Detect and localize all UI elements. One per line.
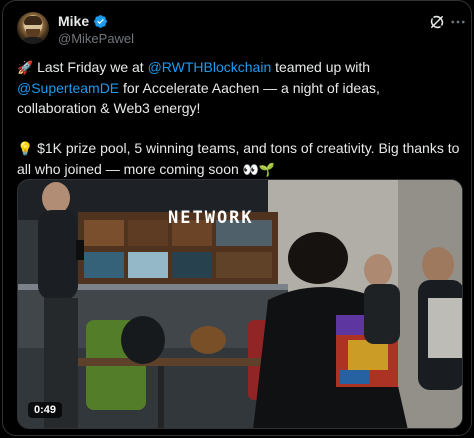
tweet-text-segment: Last Friday we at — [33, 59, 148, 75]
eyes-emoji: 👀 — [242, 162, 259, 177]
author-display-name[interactable]: Mike — [58, 13, 89, 29]
tweet-text: 🚀 Last Friday we at @RWTHBlockchain team… — [17, 57, 463, 180]
tweet-text-segment: teamed up with — [271, 59, 371, 75]
tweet-paragraph-2: 💡 $1K prize pool, 5 winning teams, and t… — [17, 138, 463, 180]
lightbulb-emoji: 💡 — [17, 141, 34, 156]
author-name-row: Mike — [58, 13, 108, 29]
tweet-paragraph-1: 🚀 Last Friday we at @RWTHBlockchain team… — [17, 57, 463, 118]
video-player[interactable]: NETWORK 0:49 — [17, 179, 463, 429]
grok-icon[interactable] — [428, 13, 446, 31]
avatar[interactable] — [17, 12, 49, 44]
rocket-emoji: 🚀 — [17, 60, 34, 75]
tweet-text-segment: $1K prize pool, 5 winning teams, and ton… — [17, 140, 460, 177]
seedling-emoji: 🌱 — [258, 162, 276, 177]
mention-superteamde[interactable]: @SuperteamDE — [17, 80, 119, 96]
video-duration: 0:49 — [28, 402, 63, 418]
verified-badge-icon — [93, 14, 108, 29]
video-sign-text: NETWORK — [168, 208, 254, 228]
mention-rwthblockchain[interactable]: @RWTHBlockchain — [148, 59, 272, 75]
author-handle[interactable]: @MikePawel — [58, 31, 134, 46]
tweet-card[interactable]: Mike @MikePawel 🚀 Last Friday we at @RWT… — [2, 0, 472, 436]
more-icon[interactable] — [449, 13, 467, 31]
